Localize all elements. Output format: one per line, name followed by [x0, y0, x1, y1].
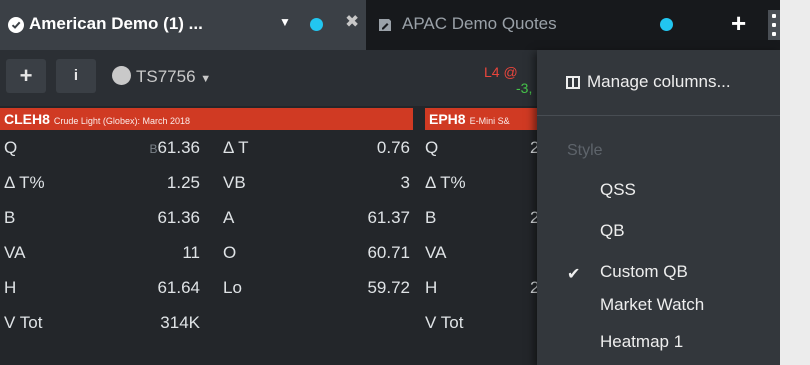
- field-label: Δ T%: [425, 173, 466, 192]
- menu-item-qb[interactable]: QB: [600, 221, 625, 241]
- field-label: Lo: [223, 278, 242, 297]
- check-icon: ✔: [567, 266, 581, 283]
- quote-row: Q 2: [425, 130, 539, 165]
- field-value: 1.25: [166, 173, 200, 192]
- field-value: 60.71: [367, 243, 410, 262]
- field-label: B: [4, 208, 16, 227]
- quote-row: V Tot 314K: [0, 305, 413, 340]
- field-label: H: [425, 278, 438, 297]
- menu-item-qss[interactable]: QSS: [600, 180, 636, 200]
- account-label: TS7756: [136, 67, 196, 86]
- columns-icon: [566, 76, 580, 89]
- field-value-text: 61.36: [157, 138, 200, 157]
- alert-indicator: L4 @: [484, 64, 518, 80]
- menu-item-market-watch[interactable]: Market Watch: [600, 295, 704, 315]
- add-tab-button[interactable]: +: [731, 8, 746, 38]
- menu-item-manage-columns[interactable]: Manage columns...: [587, 72, 731, 92]
- tab-american-demo[interactable]: American Demo (1) ... ▼ ✖: [0, 0, 366, 50]
- field-value: 61.64: [157, 278, 200, 297]
- field-value: 3: [400, 173, 410, 192]
- tab-bar: American Demo (1) ... ▼ ✖ APAC Demo Quot…: [0, 0, 780, 50]
- chevron-down-icon[interactable]: ▼: [279, 15, 291, 29]
- field-label: V Tot: [4, 313, 43, 332]
- symbol-code: EPH8: [429, 111, 466, 127]
- more-options-icon[interactable]: [768, 10, 780, 40]
- options-dropdown-menu: Manage columns... Style QSS QB ✔ Custom …: [537, 50, 780, 365]
- field-label: Q: [4, 138, 18, 157]
- field-value: 61.36: [157, 208, 200, 227]
- status-dot-icon: [660, 18, 673, 31]
- quote-board-app: American Demo (1) ... ▼ ✖ APAC Demo Quot…: [0, 0, 780, 365]
- quote-row: B 61.36 A 61.37: [0, 200, 413, 235]
- field-label: VB: [223, 173, 246, 192]
- field-value: B61.36: [70, 130, 200, 167]
- field-label: VA: [4, 243, 26, 262]
- quote-row: Δ T%: [425, 165, 537, 200]
- quote-row: VA: [425, 235, 537, 270]
- tab-label: APAC Demo Quotes: [402, 14, 557, 33]
- add-symbol-button[interactable]: +: [6, 59, 46, 93]
- tab-apac-demo-quotes[interactable]: APAC Demo Quotes: [366, 0, 726, 50]
- symbol-description: E-Mini S&: [469, 116, 510, 126]
- field-label: Q: [425, 138, 439, 157]
- quote-row: Q B61.36 Δ T 0.76: [0, 130, 413, 165]
- status-dot-icon: [310, 18, 323, 31]
- symbol-code: CLEH8: [4, 111, 50, 127]
- field-value: 0.76: [376, 138, 410, 157]
- menu-section-style: Style: [567, 142, 603, 159]
- quote-row: H 61.64 Lo 59.72: [0, 270, 413, 305]
- field-value: 11: [182, 243, 200, 262]
- quote-row: Δ T% 1.25 VB 3: [0, 165, 413, 200]
- symbol-description: Crude Light (Globex): March 2018: [53, 116, 190, 126]
- quote-row: V Tot: [425, 305, 537, 340]
- field-value: 314K: [160, 313, 200, 332]
- page-background: [780, 0, 810, 365]
- field-label: H: [4, 278, 17, 297]
- field-label: A: [223, 208, 235, 227]
- field-value: 61.37: [367, 208, 410, 227]
- field-value: 59.72: [367, 278, 410, 297]
- field-label: B: [425, 208, 437, 227]
- panel-header-eph8[interactable]: EPH8 E-Mini S&: [425, 108, 545, 130]
- chevron-down-icon: ▼: [200, 73, 212, 85]
- field-label: O: [223, 243, 237, 262]
- info-button[interactable]: i: [56, 59, 96, 93]
- account-selector[interactable]: TS7756 ▼: [112, 67, 211, 87]
- quote-row: VA 11 O 60.71: [0, 235, 413, 270]
- menu-item-custom-qb[interactable]: Custom QB: [600, 262, 688, 282]
- menu-item-heatmap-1[interactable]: Heatmap 1: [600, 332, 683, 352]
- book-edit-icon: [377, 17, 393, 38]
- field-label: V Tot: [425, 313, 464, 332]
- close-icon[interactable]: ✖: [345, 12, 359, 32]
- quote-row: H 2: [425, 270, 539, 305]
- alert-change: -3,: [516, 80, 533, 96]
- tab-label: American Demo (1) ...: [29, 14, 203, 33]
- info-icon: i: [73, 67, 79, 84]
- menu-divider: [537, 115, 780, 116]
- check-circle-icon: [8, 17, 24, 33]
- field-label: Δ T: [223, 138, 249, 157]
- quote-row: B 2: [425, 200, 539, 235]
- field-label: Δ T%: [4, 173, 45, 192]
- field-label: VA: [425, 243, 447, 262]
- panel-header-cleh8[interactable]: CLEH8 Crude Light (Globex): March 2018: [0, 108, 413, 130]
